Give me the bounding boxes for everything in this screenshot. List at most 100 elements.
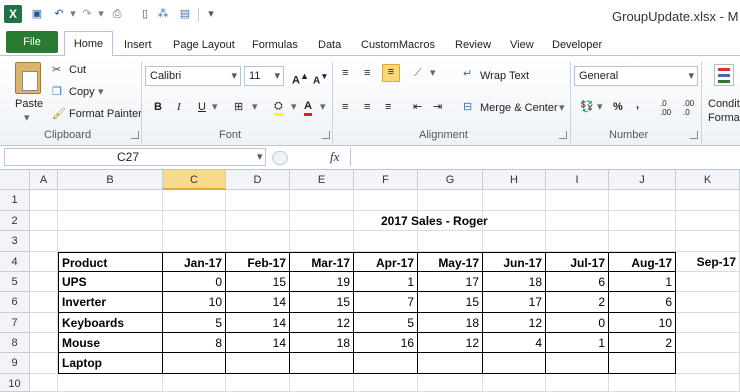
row-header-3[interactable]: 3 (0, 231, 30, 252)
cell[interactable] (58, 190, 163, 211)
tab-custom-macros[interactable]: CustomMacros (361, 34, 435, 56)
formula-input[interactable] (350, 148, 738, 166)
cell[interactable] (676, 333, 740, 353)
column-label-month[interactable]: May-17 (418, 252, 483, 272)
accounting-format-icon[interactable]: 💱 (580, 100, 594, 114)
cell[interactable] (163, 211, 226, 231)
format-painter-button[interactable]: Format Painter (69, 107, 142, 121)
data-cell[interactable]: 8 (163, 333, 226, 353)
cell[interactable] (676, 374, 740, 392)
name-box[interactable]: C27 ▾ (4, 148, 266, 166)
cell[interactable] (30, 252, 58, 272)
underline-button[interactable]: U (198, 100, 206, 114)
align-middle-icon[interactable]: ≡ (364, 66, 370, 80)
data-cell[interactable]: 5 (163, 313, 226, 333)
data-cell[interactable]: 18 (483, 272, 546, 292)
cell[interactable] (226, 190, 290, 211)
data-cell[interactable]: 1 (609, 272, 676, 292)
number-format-select[interactable]: General ▾ (574, 66, 698, 86)
cell[interactable] (30, 374, 58, 392)
cell[interactable] (546, 190, 609, 211)
borders-dropdown-icon[interactable]: ▾ (252, 100, 258, 114)
cell[interactable] (354, 190, 418, 211)
cell[interactable] (676, 231, 740, 252)
conditional-formatting-label-1[interactable]: Conditi (708, 97, 740, 111)
row-label-product[interactable]: UPS (58, 272, 163, 292)
data-cell[interactable] (418, 353, 483, 374)
data-cell[interactable]: 15 (226, 272, 290, 292)
column-label-month[interactable]: Sep-17 (676, 252, 740, 272)
column-label-month[interactable]: Apr-17 (354, 252, 418, 272)
data-cell[interactable]: 6 (546, 272, 609, 292)
column-header-h[interactable]: H (483, 170, 546, 190)
merge-center-icon[interactable]: ⊟ (463, 100, 472, 114)
paste-icon[interactable] (15, 62, 41, 94)
data-cell[interactable]: 14 (226, 333, 290, 353)
paste-button[interactable]: Paste (15, 97, 43, 111)
cell[interactable] (30, 231, 58, 252)
row-header-9[interactable]: 9 (0, 353, 30, 374)
merge-center-button[interactable]: Merge & Center (480, 101, 558, 115)
cell[interactable] (163, 374, 226, 392)
customize-qat-icon[interactable]: ▾ (204, 7, 218, 21)
column-header-i[interactable]: I (546, 170, 609, 190)
data-cell[interactable]: 7 (354, 292, 418, 313)
cell[interactable] (676, 190, 740, 211)
accounting-dropdown-icon[interactable]: ▾ (597, 100, 603, 114)
cell[interactable] (290, 211, 354, 231)
row-label-product[interactable]: Keyboards (58, 313, 163, 333)
align-top-icon[interactable]: ≡ (342, 66, 348, 80)
cell[interactable] (483, 374, 546, 392)
data-cell[interactable]: 6 (609, 292, 676, 313)
cell[interactable] (483, 231, 546, 252)
row-header-5[interactable]: 5 (0, 272, 30, 292)
column-header-c[interactable]: C (163, 170, 226, 190)
cell[interactable] (30, 353, 58, 374)
data-cell[interactable]: 12 (290, 313, 354, 333)
cut-button[interactable]: Cut (69, 63, 86, 77)
tab-file[interactable]: File (6, 31, 58, 53)
cell[interactable] (609, 211, 676, 231)
increase-indent-icon[interactable]: ⇥ (433, 100, 442, 114)
cell[interactable] (609, 190, 676, 211)
copy-icon[interactable]: ❐ (52, 85, 62, 99)
orientation-dropdown-icon[interactable]: ▾ (430, 66, 436, 80)
font-launcher-icon[interactable] (322, 131, 330, 139)
italic-button[interactable]: I (177, 100, 181, 114)
column-label-month[interactable]: Feb-17 (226, 252, 290, 272)
column-header-g[interactable]: G (418, 170, 483, 190)
cell[interactable] (290, 190, 354, 211)
wrap-text-button[interactable]: Wrap Text (480, 69, 529, 83)
data-cell[interactable]: 15 (418, 292, 483, 313)
bold-button[interactable]: B (154, 100, 162, 114)
orientation-icon[interactable]: ⟋ (414, 66, 422, 80)
paste-dropdown-icon[interactable]: ▾ (24, 111, 30, 125)
row-header-6[interactable]: 6 (0, 292, 30, 313)
data-cell[interactable]: 0 (546, 313, 609, 333)
column-header-a[interactable]: A (30, 170, 58, 190)
underline-dropdown-icon[interactable]: ▾ (212, 100, 218, 114)
copy-button[interactable]: Copy (69, 85, 95, 99)
number-launcher-icon[interactable] (690, 131, 698, 139)
cell[interactable] (30, 313, 58, 333)
data-cell[interactable]: 15 (290, 292, 354, 313)
cut-icon[interactable]: ✂ (52, 63, 61, 77)
cell[interactable] (546, 231, 609, 252)
row-header-10[interactable]: 10 (0, 374, 30, 392)
cell[interactable] (546, 374, 609, 392)
align-center-icon[interactable]: ≡ (364, 100, 370, 114)
column-label-month[interactable]: Jun-17 (483, 252, 546, 272)
cell[interactable] (58, 374, 163, 392)
tab-developer[interactable]: Developer (552, 34, 602, 56)
column-header-b[interactable]: B (58, 170, 163, 190)
row-header-2[interactable]: 2 (0, 211, 30, 231)
cell[interactable] (58, 211, 163, 231)
redo-icon[interactable]: ↷ (80, 7, 94, 21)
row-header-4[interactable]: 4 (0, 252, 30, 272)
align-bottom-icon[interactable]: ≡ (382, 64, 400, 82)
merge-dropdown-icon[interactable]: ▾ (559, 101, 565, 115)
data-cell[interactable]: 14 (226, 292, 290, 313)
insert-function-icon[interactable]: fx (330, 149, 339, 165)
data-cell[interactable]: 18 (418, 313, 483, 333)
undo-icon[interactable]: ↶ (52, 7, 66, 21)
